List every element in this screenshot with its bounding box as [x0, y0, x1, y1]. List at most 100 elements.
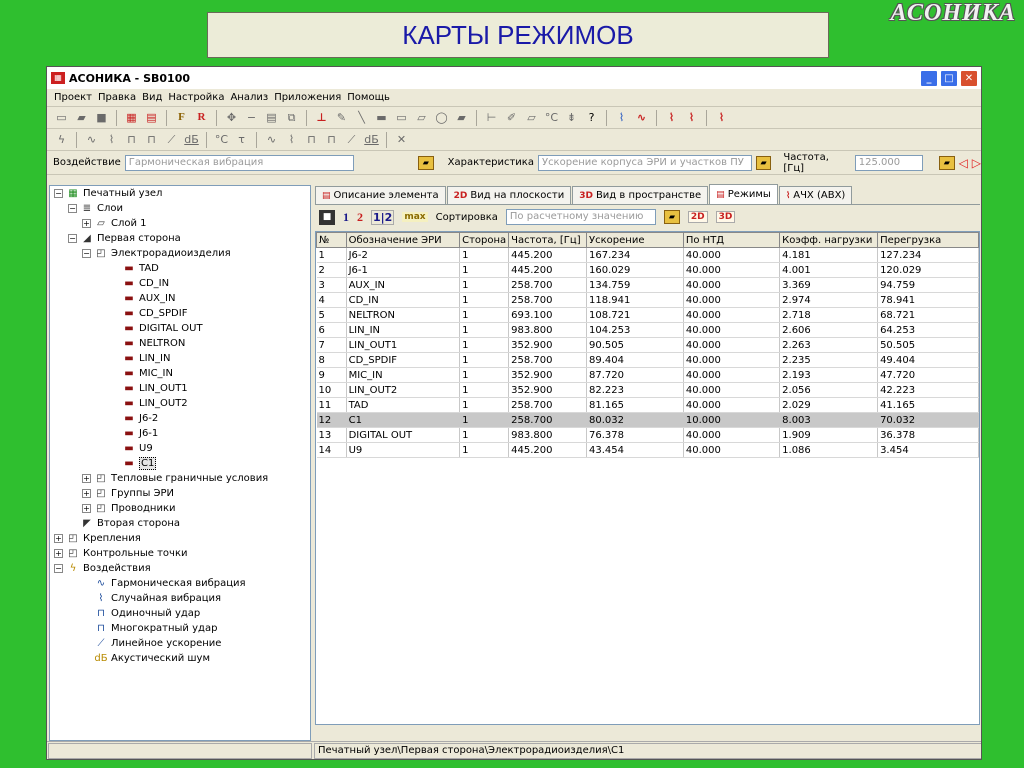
max-button[interactable]: max [402, 212, 428, 222]
tree-node[interactable]: ▬ C1 [50, 456, 310, 471]
r-button[interactable]: R [193, 109, 210, 126]
table-row[interactable]: 1 J6-2 1 445.200 167.234 40.000 4.181 127.234 [316, 247, 979, 263]
table-row[interactable]: 13 DIGITAL OUT 1 983.800 76.378 40.000 1.909 36… [316, 427, 979, 443]
shock2-icon[interactable]: ⊓ [303, 131, 320, 148]
save-icon[interactable]: ■ [93, 109, 110, 126]
tree-node[interactable]: ⊓ Одиночный удар [50, 606, 310, 621]
expand-icon[interactable]: + [82, 474, 91, 483]
impact-field[interactable]: Гармоническая вибрация [124, 154, 355, 171]
tab-4[interactable]: ⌇ АЧХ (АВХ) [778, 186, 853, 204]
expand-icon[interactable]: + [82, 489, 91, 498]
table-row[interactable]: 8 CD_SPDIF 1 258.700 89.404 40.000 2.235 49.404 [316, 352, 979, 368]
tree-node[interactable]: ▬ LIN_OUT2 [50, 396, 310, 411]
save-icon[interactable]: ■ [319, 209, 335, 225]
next-arrow-icon[interactable]: ▷ [972, 156, 981, 170]
tree-node[interactable]: ▬ NELTRON [50, 336, 310, 351]
expand-icon[interactable]: + [82, 219, 91, 228]
column-header[interactable]: № [316, 232, 347, 248]
move-icon[interactable]: ✥ [223, 109, 240, 126]
tree-node[interactable]: − ▦ Печатный узел [50, 186, 310, 201]
tree-node[interactable]: + ◰ Группы ЭРИ [50, 486, 310, 501]
tree-node[interactable]: ▬ DIGITAL OUT [50, 321, 310, 336]
tree-node[interactable]: + ◰ Крепления [50, 531, 310, 546]
noise2-button[interactable]: dБ [363, 131, 380, 148]
tab-1[interactable]: 2D Вид на плоскости [446, 186, 572, 204]
column-header[interactable]: Частота, [Гц] [508, 232, 588, 248]
column-header[interactable]: Перегрузка [877, 232, 979, 248]
menu-item-5[interactable]: Приложения [271, 92, 344, 103]
grid2-icon[interactable]: ▤ [143, 109, 160, 126]
minimize-button[interactable]: _ [920, 69, 938, 87]
tree-node[interactable]: ∿ Гармоническая вибрация [50, 576, 310, 591]
tau-button[interactable]: τ [233, 131, 250, 148]
harmonic2-icon[interactable]: ∿ [263, 131, 280, 148]
collapse-icon[interactable]: − [54, 189, 63, 198]
collapse-icon[interactable]: − [68, 234, 77, 243]
tree-node[interactable]: + ◰ Тепловые граничные условия [50, 471, 310, 486]
table-row[interactable]: 11 TAD 1 258.700 81.165 40.000 2.029 41.165 [316, 397, 979, 413]
column-header[interactable]: Ускорение [586, 232, 684, 248]
tree-node[interactable]: dБ Акустический шум [50, 651, 310, 666]
collapse-icon[interactable]: − [82, 249, 91, 258]
tree-node[interactable]: − ◰ Электрорадиоизделия [50, 246, 310, 261]
tab-0[interactable]: ▤ Описание элемента [315, 186, 446, 204]
menu-item-2[interactable]: Вид [139, 92, 165, 103]
prev-arrow-icon[interactable]: ◁ [959, 156, 968, 170]
celsius-icon[interactable]: °C [543, 109, 560, 126]
random-icon[interactable]: ⌇ [103, 131, 120, 148]
wire-icon[interactable]: ⊢ [483, 109, 500, 126]
table-row[interactable]: 3 AUX_IN 1 258.700 134.759 40.000 3.369 94.759 [316, 277, 979, 293]
characteristic-field[interactable]: Ускорение корпуса ЭРИ и участков ПУ [537, 154, 752, 171]
sort-field[interactable]: По расчетному значению [505, 209, 656, 225]
mode-2-button[interactable]: 2 [357, 210, 363, 225]
rect-icon[interactable]: ▬ [373, 109, 390, 126]
f-button[interactable]: F [173, 109, 190, 126]
tree-node[interactable]: ▬ LIN_OUT1 [50, 381, 310, 396]
tab-2[interactable]: 3D Вид в пространстве [572, 186, 709, 204]
expand-icon[interactable]: + [54, 549, 63, 558]
project-tree[interactable]: − ▦ Печатный узел − ≣ Слои + ▱ Слой 1− ◢ Первая ст… [49, 185, 311, 741]
chip-icon[interactable]: ▰ [453, 109, 470, 126]
menu-item-4[interactable]: Анализ [227, 92, 271, 103]
impact-folder-icon[interactable]: ▰ [418, 155, 434, 170]
grid-icon[interactable]: ▦ [123, 109, 140, 126]
graph4-icon[interactable]: ⌇ [713, 109, 730, 126]
tree-node[interactable]: ▬ U9 [50, 441, 310, 456]
diagonal-icon[interactable]: ╲ [353, 109, 370, 126]
tree-node[interactable]: ▬ TAD [50, 261, 310, 276]
column-header[interactable]: Обозначение ЭРИ [345, 232, 461, 248]
frequency-field[interactable]: 125.000 [854, 154, 923, 171]
multi-shock2-icon[interactable]: ⊓ [323, 131, 340, 148]
harmonic-icon[interactable]: ∿ [83, 131, 100, 148]
multi-shock-icon[interactable]: ⊓ [143, 131, 160, 148]
brush-icon[interactable]: ✐ [503, 109, 520, 126]
tree-node[interactable]: ▬ CD_SPDIF [50, 306, 310, 321]
characteristic-folder-icon[interactable]: ▰ [755, 155, 772, 170]
menu-item-0[interactable]: Проект [51, 92, 95, 103]
tree-node[interactable]: ▬ J6-2 [50, 411, 310, 426]
column-header[interactable]: Коэфф. нагрузки [779, 232, 879, 248]
tree-node[interactable]: ⟋ Линейное ускорение [50, 636, 310, 651]
tree-node[interactable]: ▬ MIC_IN [50, 366, 310, 381]
pin-icon[interactable]: ⇟ [563, 109, 580, 126]
table-row[interactable]: 14 U9 1 445.200 43.454 40.000 1.086 3.454 [316, 442, 979, 458]
expand-icon[interactable]: + [54, 534, 63, 543]
linear-icon[interactable]: ⟋ [163, 131, 180, 148]
tree-node[interactable]: − ϟ Воздействия [50, 561, 310, 576]
table-row[interactable]: 12 C1 1 258.700 80.032 10.000 8.003 70.032 [316, 412, 979, 428]
tab-3[interactable]: ▤ Режимы [709, 184, 778, 204]
menu-item-1[interactable]: Правка [95, 92, 139, 103]
close-button[interactable]: ✕ [960, 69, 978, 87]
table-row[interactable]: 7 LIN_OUT1 1 352.900 90.505 40.000 2.263 50.505 [316, 337, 979, 353]
2d-button[interactable]: 2D [687, 211, 708, 223]
column-header[interactable]: Сторона [459, 232, 510, 248]
tree-node[interactable]: − ◢ Первая сторона [50, 231, 310, 246]
column-header[interactable]: По НТД [682, 232, 781, 248]
delete-icon[interactable]: ✕ [393, 131, 410, 148]
impacts-icon[interactable]: ϟ [53, 131, 70, 148]
table-row[interactable]: 6 LIN_IN 1 983.800 104.253 40.000 2.606 64.253 [316, 322, 979, 338]
mode-1-button[interactable]: 1 [343, 210, 349, 225]
tree-node[interactable]: ◤ Вторая сторона [50, 516, 310, 531]
table-row[interactable]: 5 NELTRON 1 693.100 108.721 40.000 2.718 68.721 [316, 307, 979, 323]
tree-node[interactable]: − ≣ Слои [50, 201, 310, 216]
